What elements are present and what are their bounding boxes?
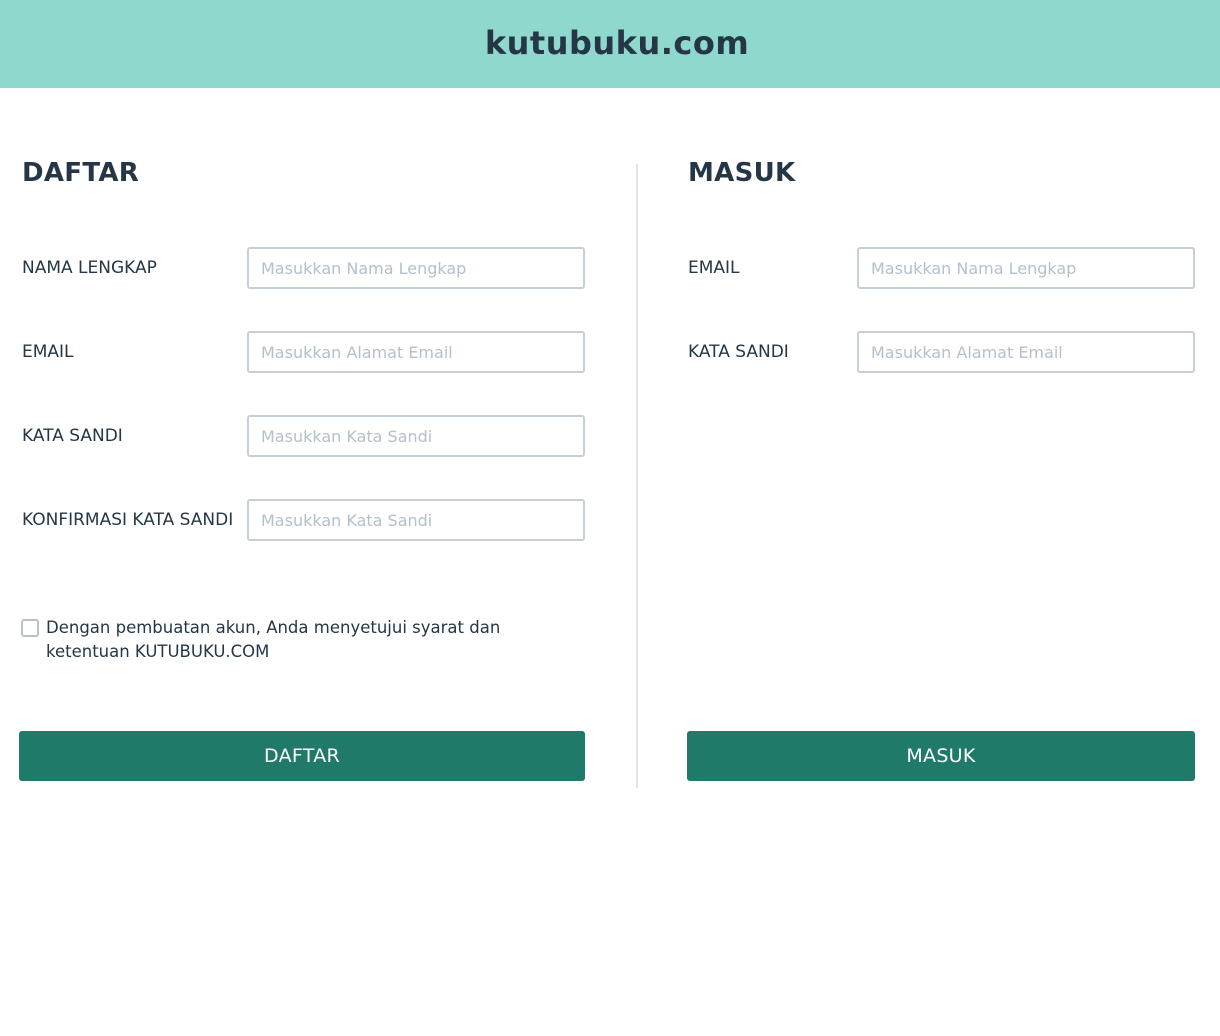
register-title: DAFTAR — [22, 158, 140, 188]
site-title: kutubuku.com — [484, 24, 750, 62]
register-confirm-password-label: KONFIRMASI KATA SANDI — [22, 510, 234, 530]
register-password-input[interactable] — [247, 415, 585, 457]
register-email-label: EMAIL — [22, 342, 74, 362]
login-password-label: KATA SANDI — [688, 342, 789, 362]
login-title: MASUK — [688, 158, 796, 188]
login-email-input[interactable] — [857, 247, 1195, 289]
login-button[interactable]: MASUK — [687, 731, 1195, 781]
login-password-input[interactable] — [857, 331, 1195, 373]
register-email-input[interactable] — [247, 331, 585, 373]
register-full-name-label: NAMA LENGKAP — [22, 258, 157, 278]
site-header: kutubuku.com — [0, 0, 1220, 88]
register-button[interactable]: DAFTAR — [19, 731, 585, 781]
section-divider — [636, 164, 638, 788]
register-password-label: KATA SANDI — [22, 426, 123, 446]
register-full-name-input[interactable] — [247, 247, 585, 289]
terms-text: Dengan pembuatan akun, Anda menyetujui s… — [46, 618, 501, 661]
login-email-label: EMAIL — [688, 258, 740, 278]
register-confirm-password-input[interactable] — [247, 499, 585, 541]
terms-checkbox[interactable] — [21, 619, 39, 637]
